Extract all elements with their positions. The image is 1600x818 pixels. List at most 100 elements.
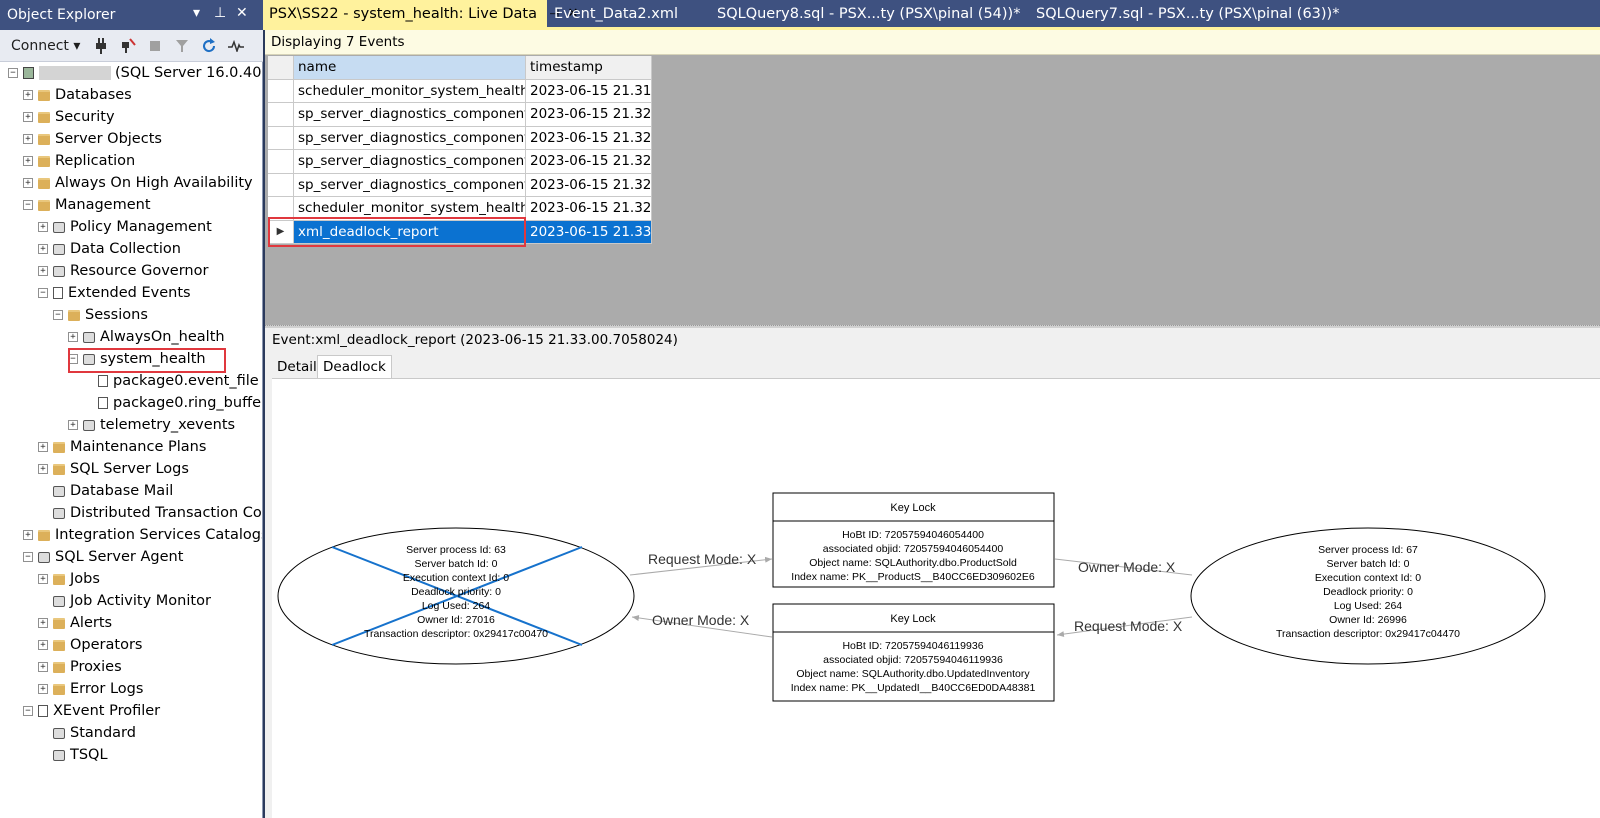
cell-name[interactable]: sp_server_diagnostics_component_re... (294, 150, 526, 174)
tab-deadlock[interactable]: Deadlock (317, 355, 392, 378)
lock-line: Index name: PK__ProductS__B40CC6ED309602… (791, 571, 1035, 583)
expand-icon[interactable]: + (23, 90, 33, 100)
tree-node-operators[interactable]: + Operators (38, 634, 142, 656)
cell-timestamp[interactable]: 2023-06-15 21.32.... (526, 126, 652, 150)
expand-icon[interactable]: + (38, 244, 48, 254)
tree-node-dtc[interactable]: Distributed Transaction Coord (38, 502, 262, 524)
collapse-icon[interactable]: − (8, 68, 18, 78)
window-position-icon[interactable]: ▾ (193, 5, 200, 21)
stop-icon[interactable] (144, 35, 166, 57)
cell-timestamp[interactable]: 2023-06-15 21.32.... (526, 103, 652, 127)
expand-icon[interactable]: + (23, 530, 33, 540)
cell-timestamp[interactable]: 2023-06-15 21.32.... (526, 150, 652, 174)
expand-icon[interactable]: + (68, 332, 78, 342)
row-selector[interactable] (268, 173, 294, 197)
tab-sqlquery8[interactable]: SQLQuery8.sql - PSX...ty (PSX\pinal (54)… (711, 0, 1027, 27)
expand-icon[interactable]: + (38, 464, 48, 474)
cell-timestamp[interactable]: 2023-06-15 21.31.... (526, 79, 652, 103)
tree-node-policy-management[interactable]: + Policy Management (38, 216, 212, 238)
expand-icon[interactable]: + (38, 442, 48, 452)
tree-node-ring-buffer[interactable]: package0.ring_buffer (83, 392, 262, 414)
collapse-icon[interactable]: − (23, 200, 33, 210)
column-header-timestamp[interactable]: timestamp (526, 56, 652, 80)
cell-name[interactable]: sp_server_diagnostics_component_re... (294, 103, 526, 127)
tree-node-telemetry[interactable]: + telemetry_xevents (68, 414, 235, 436)
expand-icon[interactable]: + (38, 640, 48, 650)
tree-node-replication[interactable]: + Replication (23, 150, 135, 172)
row-selector[interactable] (268, 126, 294, 150)
connect-plug-icon[interactable] (90, 35, 112, 57)
collapse-icon[interactable]: − (23, 706, 33, 716)
activity-monitor-icon[interactable] (225, 35, 247, 57)
cell-name[interactable]: scheduler_monitor_system_health_rin... (294, 79, 526, 103)
tree-node-resource-governor[interactable]: + Resource Governor (38, 260, 208, 282)
disconnect-icon[interactable] (117, 35, 139, 57)
tree-node-xevent-profiler[interactable]: − XEvent Profiler (23, 700, 160, 722)
cell-name[interactable]: sp_server_diagnostics_component_re... (294, 126, 526, 150)
refresh-icon[interactable] (198, 35, 220, 57)
tree-node-data-collection[interactable]: + Data Collection (38, 238, 181, 260)
other-process-node[interactable]: Server process Id: 67 Server batch Id: 0… (1190, 527, 1546, 665)
close-icon[interactable]: ✕ (236, 5, 248, 21)
expand-icon[interactable]: + (23, 156, 33, 166)
expand-icon[interactable]: + (38, 662, 48, 672)
tree-node-sessions[interactable]: − Sessions (53, 304, 148, 326)
cell-timestamp[interactable]: 2023-06-15 21.32.... (526, 173, 652, 197)
tree-node-proxies[interactable]: + Proxies (38, 656, 122, 678)
table-row[interactable]: scheduler_monitor_system_health_rin... 2… (268, 79, 652, 103)
column-header-name[interactable]: name (294, 56, 526, 80)
expand-icon[interactable]: + (23, 178, 33, 188)
tree-node-sql-server-agent[interactable]: − SQL Server Agent (23, 546, 183, 568)
key-lock-node-1[interactable]: Key Lock HoBt ID: 72057594046054400 asso… (772, 492, 1055, 588)
expand-icon[interactable]: + (38, 266, 48, 276)
tree-node-server[interactable]: − (SQL Server 16.0.4035.4 (8, 62, 262, 84)
victim-process-node[interactable]: Server process Id: 63 Server batch Id: 0… (277, 527, 635, 665)
connect-button[interactable]: Connect ▾ (11, 38, 80, 54)
tab-system-health-live-data[interactable]: PSX\SS22 - system_health: Live Data ⊣ ✕ (263, 0, 578, 27)
tree-node-tsql[interactable]: TSQL (38, 744, 108, 766)
cell-timestamp[interactable]: 2023-06-15 21.33.... (526, 220, 652, 244)
table-row[interactable]: sp_server_diagnostics_component_re... 20… (268, 150, 652, 174)
tree-node-extended-events[interactable]: − Extended Events (38, 282, 191, 304)
tree-node-standard[interactable]: Standard (38, 722, 136, 744)
cell-timestamp[interactable]: 2023-06-15 21.32.... (526, 197, 652, 221)
table-row[interactable]: sp_server_diagnostics_component_re... 20… (268, 103, 652, 127)
tree-node-management[interactable]: − Management (23, 194, 151, 216)
tab-event-data2[interactable]: Event_Data2.xml (548, 0, 708, 27)
expand-icon[interactable]: + (68, 420, 78, 430)
expand-icon[interactable]: + (23, 112, 33, 122)
tree-node-database-mail[interactable]: Database Mail (38, 480, 173, 502)
collapse-icon[interactable]: − (23, 552, 33, 562)
tree-node-jobs[interactable]: + Jobs (38, 568, 100, 590)
expand-icon[interactable]: + (38, 222, 48, 232)
tree-node-alerts[interactable]: + Alerts (38, 612, 112, 634)
tab-sqlquery7[interactable]: SQLQuery7.sql - PSX...ty (PSX\pinal (63)… (1030, 0, 1350, 27)
auto-hide-icon[interactable]: ⊥ (214, 5, 226, 21)
tree-node-error-logs[interactable]: + Error Logs (38, 678, 143, 700)
table-row[interactable]: sp_server_diagnostics_component_re... 20… (268, 126, 652, 150)
node-label: Policy Management (70, 219, 212, 235)
tree-node-sql-server-logs[interactable]: + SQL Server Logs (38, 458, 189, 480)
tree-node-alwayson-health[interactable]: + AlwaysOn_health (68, 326, 225, 348)
tree-node-job-activity-monitor[interactable]: Job Activity Monitor (38, 590, 211, 612)
expand-icon[interactable]: + (23, 134, 33, 144)
key-lock-node-2[interactable]: Key Lock HoBt ID: 72057594046119936 asso… (772, 603, 1055, 702)
table-row[interactable]: sp_server_diagnostics_component_re... 20… (268, 173, 652, 197)
tree-node-event-file[interactable]: package0.event_file (83, 370, 259, 392)
filter-icon[interactable] (171, 35, 193, 57)
expand-icon[interactable]: + (38, 618, 48, 628)
row-selector[interactable] (268, 79, 294, 103)
collapse-icon[interactable]: − (38, 288, 48, 298)
expand-icon[interactable]: + (38, 684, 48, 694)
tree-node-databases[interactable]: + Databases (23, 84, 132, 106)
collapse-icon[interactable]: − (53, 310, 63, 320)
tree-node-security[interactable]: + Security (23, 106, 115, 128)
row-selector[interactable] (268, 150, 294, 174)
tree-node-server-objects[interactable]: + Server Objects (23, 128, 162, 150)
tree-node-maintenance-plans[interactable]: + Maintenance Plans (38, 436, 206, 458)
expand-icon[interactable]: + (38, 574, 48, 584)
tree-node-always-on[interactable]: + Always On High Availability (23, 172, 253, 194)
cell-name[interactable]: sp_server_diagnostics_component_re... (294, 173, 526, 197)
row-selector[interactable] (268, 103, 294, 127)
tree-node-integration-services[interactable]: + Integration Services Catalogs (23, 524, 262, 546)
